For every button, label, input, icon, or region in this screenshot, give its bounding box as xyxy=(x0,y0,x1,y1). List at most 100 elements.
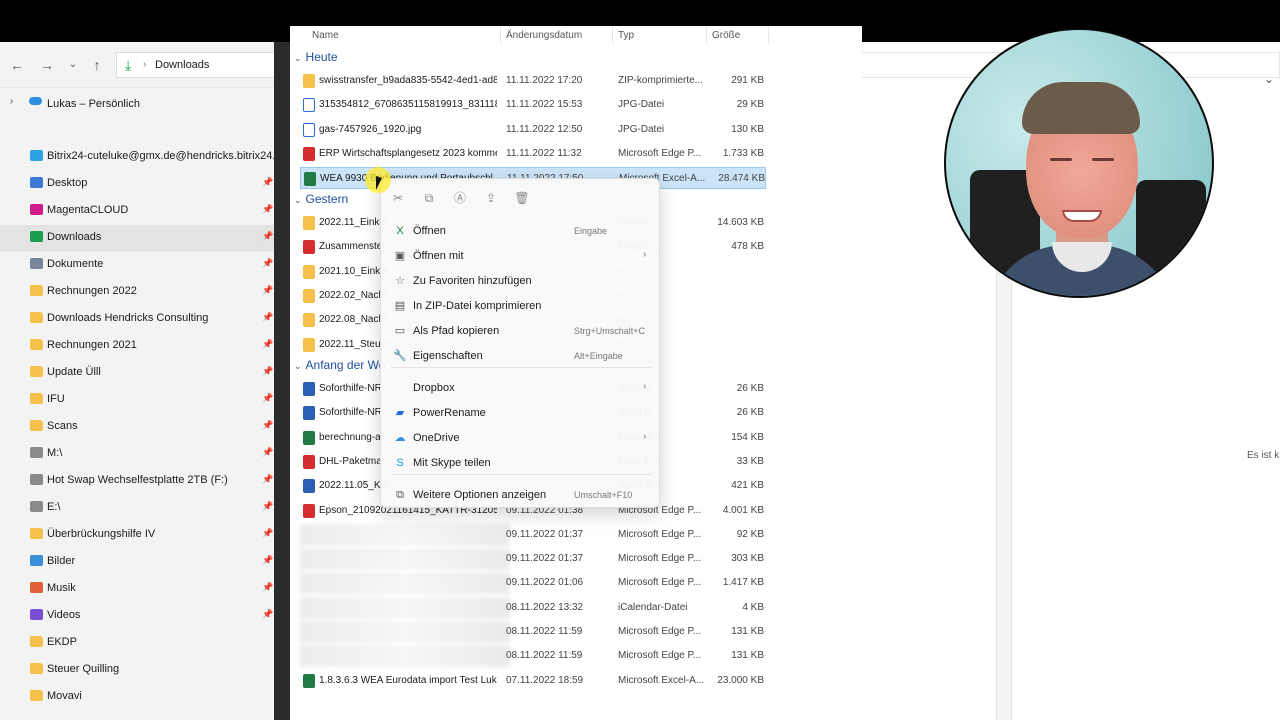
sidebar-item-music[interactable]: Musik 📌 xyxy=(0,576,274,602)
pin-icon[interactable]: 📌 xyxy=(262,609,273,620)
file-row[interactable]: 315354812_6708635115819913_831118504... 1… xyxy=(300,94,766,116)
sidebar-item-folder[interactable]: Scans 📌 xyxy=(0,414,274,440)
forward-button[interactable]: → xyxy=(38,56,56,74)
sidebar-item-folder[interactable]: Rechnungen 2021 📌 xyxy=(0,333,274,359)
sidebar-item-folder[interactable]: Rechnungen 2022 📌 xyxy=(0,279,274,305)
file-row[interactable]: swisstransfer_b9ada835-5542-4ed1-ad81-..… xyxy=(300,70,766,92)
share-button[interactable]: ⇪ xyxy=(482,189,500,207)
file-row[interactable]: 1.8.3.6.3 WEA Eurodata import Test Lukas… xyxy=(300,670,766,692)
sidebar-item-videos[interactable]: Videos 📌 xyxy=(0,603,274,629)
pin-icon[interactable]: 📌 xyxy=(262,285,273,296)
sidebar-item-drive[interactable]: E:\ 📌 xyxy=(0,495,274,521)
pin-icon[interactable]: 📌 xyxy=(262,447,273,458)
sidebar-item-drive[interactable]: M:\ 📌 xyxy=(0,441,274,467)
pin-icon[interactable]: 📌 xyxy=(262,501,273,512)
sidebar-item-document[interactable]: Dokumente 📌 xyxy=(0,252,274,278)
menu-item-dropbox[interactable]: Dropbox › xyxy=(385,376,657,400)
menu-item-onedrive[interactable]: ☁ OneDrive › xyxy=(385,426,657,450)
sidebar-item-onedrive[interactable]: › Lukas – Persönlich xyxy=(0,92,274,114)
chevron-down-icon[interactable]: ⌄ xyxy=(294,53,302,63)
pin-icon[interactable]: 📌 xyxy=(262,339,273,350)
blurred-filename xyxy=(300,596,510,619)
sidebar-item-folder[interactable]: Überbrückungshilfe IV 📌 xyxy=(0,522,274,548)
sidebar-item-desktop[interactable]: Desktop 📌 xyxy=(0,171,274,197)
pin-icon[interactable]: 📌 xyxy=(262,258,273,269)
pin-icon[interactable]: 📌 xyxy=(262,474,273,485)
zip-file-icon xyxy=(303,313,315,328)
file-row[interactable]: 09.11.2022 01:37 Microsoft Edge P... 92 KB xyxy=(300,523,766,546)
zip-file-icon xyxy=(303,216,315,230)
sidebar-item-drive[interactable]: Hot Swap Wechselfestplatte 2TB (F:) 📌 xyxy=(0,468,274,494)
sidebar-item-folder[interactable]: EKDP xyxy=(0,630,274,656)
pin-icon[interactable]: 📌 xyxy=(262,555,273,566)
file-row[interactable]: gas-7457926_1920.jpg 11.11.2022 12:50 JPG-… xyxy=(300,119,766,141)
menu-item-copy-path[interactable]: ▭ Als Pfad kopieren Strg+Umschalt+C xyxy=(385,319,657,343)
sidebar-item-pictures[interactable]: Bilder 📌 xyxy=(0,549,274,575)
menu-item-more-options[interactable]: ⧉ Weitere Optionen anzeigen Umschalt+F10 xyxy=(385,483,657,507)
menu-item-wrench[interactable]: 🔧 Eigenschaften Alt+Eingabe xyxy=(385,344,657,368)
column-header-date[interactable]: Änderungsdatum xyxy=(506,30,582,41)
sidebar-item-folder[interactable]: IFU 📌 xyxy=(0,387,274,413)
sidebar-item-folder[interactable]: Movavi xyxy=(0,684,274,710)
menu-item-label: Weitere Optionen anzeigen xyxy=(413,489,547,501)
column-header-size[interactable]: Größe xyxy=(712,30,740,41)
pdf-file-icon xyxy=(303,454,315,469)
column-divider[interactable] xyxy=(706,26,707,44)
pin-icon[interactable]: 📌 xyxy=(262,204,273,215)
file-row[interactable]: 09.11.2022 01:37 Microsoft Edge P... 303 K… xyxy=(300,548,766,571)
pin-icon[interactable]: 📌 xyxy=(262,231,273,242)
sidebar-item-download[interactable]: Downloads 📌 xyxy=(0,225,274,251)
file-row[interactable]: 09.11.2022 01:06 Microsoft Edge P... 1.417… xyxy=(300,572,766,595)
pin-icon[interactable]: 📌 xyxy=(262,177,273,188)
file-date: 11.11.2022 12:50 xyxy=(506,123,583,135)
chevron-down-icon[interactable]: ⌄ xyxy=(1264,72,1274,86)
column-header-name[interactable]: Name xyxy=(312,30,339,41)
address-bar[interactable]: ⤓ › Downloads xyxy=(116,52,290,78)
group-header[interactable]: ⌄ Gestern xyxy=(294,192,348,212)
zip-icon: ▤ xyxy=(394,300,406,312)
menu-item-label: Öffnen mit xyxy=(413,250,464,262)
copy-button[interactable]: ⧉ xyxy=(420,189,438,207)
sidebar-item-label: Videos xyxy=(47,609,81,621)
menu-item-open-with[interactable]: ▣ Öffnen mit › xyxy=(385,244,657,268)
chevron-down-icon[interactable]: ⌄ xyxy=(294,361,302,371)
path-segment-downloads[interactable]: Downloads xyxy=(155,59,209,71)
pdf-file-icon xyxy=(303,146,315,161)
up-button[interactable]: ↑ xyxy=(88,56,106,74)
file-row[interactable]: 08.11.2022 11:59 Microsoft Edge P... 131 K… xyxy=(300,645,766,668)
pin-icon[interactable]: 📌 xyxy=(262,528,273,539)
column-header-type[interactable]: Typ xyxy=(618,30,634,41)
pin-icon[interactable]: 📌 xyxy=(262,366,273,377)
sidebar-item-folder[interactable]: Update Ülll 📌 xyxy=(0,360,274,386)
delete-button[interactable]: 🗑 xyxy=(513,189,531,207)
pin-icon[interactable]: 📌 xyxy=(262,393,273,404)
expand-chevron-icon[interactable]: › xyxy=(10,96,13,107)
column-divider[interactable] xyxy=(768,26,769,44)
file-row[interactable]: 08.11.2022 11:59 Microsoft Edge P... 131 K… xyxy=(300,621,766,643)
rename-button[interactable]: Ⓐ xyxy=(451,189,469,207)
menu-item-powerrename[interactable]: ▰ PowerRename xyxy=(385,401,657,425)
cut-button[interactable]: ✂ xyxy=(389,189,407,207)
pin-icon[interactable]: 📌 xyxy=(262,420,273,431)
group-header[interactable]: ⌄ Anfang der Wo xyxy=(294,358,385,378)
group-header[interactable]: ⌄ Heute xyxy=(294,50,338,70)
pin-icon[interactable]: 📌 xyxy=(262,582,273,593)
file-row[interactable]: 08.11.2022 13:32 iCalendar-Datei 4 KB xyxy=(300,596,766,619)
pin-icon[interactable]: 📌 xyxy=(262,312,273,323)
column-divider[interactable] xyxy=(612,26,613,44)
onedrive-cloud-icon xyxy=(29,97,42,105)
back-button[interactable]: ← xyxy=(8,56,26,74)
sidebar-item-folder[interactable]: Downloads Hendricks Consulting 📌 xyxy=(0,306,274,332)
sidebar-item-magenta[interactable]: MagentaCLOUD 📌 xyxy=(0,198,274,224)
column-divider[interactable] xyxy=(500,26,501,44)
menu-item-star[interactable]: ☆ Zu Favoriten hinzufügen xyxy=(385,269,657,293)
file-row[interactable]: ERP Wirtschaftsplangesetz 2023 kommen...… xyxy=(300,143,766,165)
recent-locations-button[interactable]: ⌄ xyxy=(64,56,82,74)
menu-item-excel[interactable]: X Öffnen Eingabe xyxy=(385,219,657,243)
skype-icon: S xyxy=(396,457,404,469)
menu-item-zip[interactable]: ▤ In ZIP-Datei komprimieren xyxy=(385,294,657,318)
sidebar-item-bitrix[interactable]: Bitrix24-cuteluke@gmx.de@hendricks.bitri… xyxy=(0,144,282,170)
menu-item-skype[interactable]: S Mit Skype teilen xyxy=(385,451,657,475)
chevron-down-icon[interactable]: ⌄ xyxy=(294,195,302,205)
sidebar-item-folder[interactable]: Steuer Quilling xyxy=(0,657,274,683)
